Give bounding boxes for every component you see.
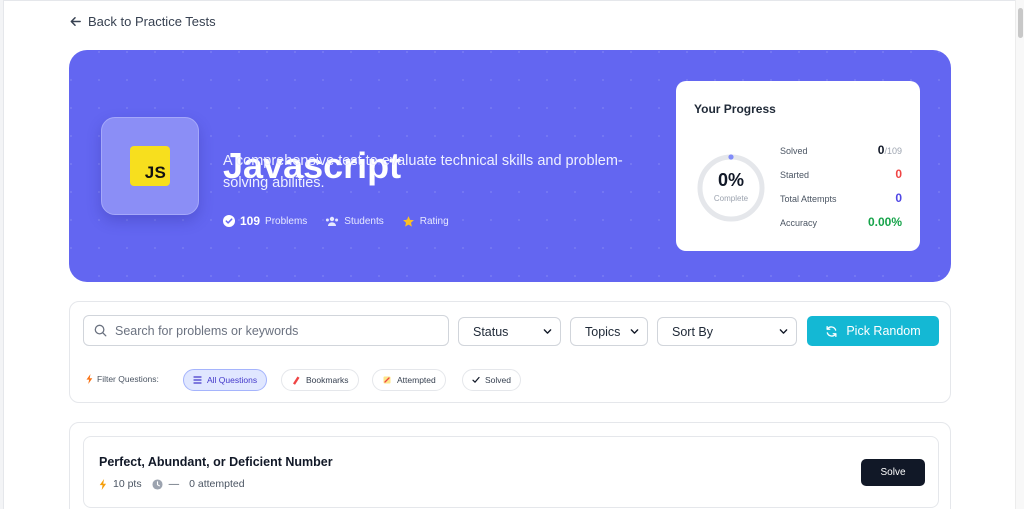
progress-percent: 0% <box>717 170 744 190</box>
back-to-practice-tests-link[interactable]: Back to Practice Tests <box>69 14 216 29</box>
stat-total-attempts: Total Attempts 0 <box>780 191 902 205</box>
search-box[interactable] <box>83 315 449 346</box>
scrollbar[interactable] <box>1015 0 1024 509</box>
problem-time: — <box>168 478 180 490</box>
status-select-label: Status <box>473 324 509 339</box>
stat-started-label: Started <box>780 170 810 180</box>
sort-by-select[interactable]: Sort By <box>657 317 797 346</box>
lightning-icon <box>99 478 107 490</box>
test-meta: 109 Problems Students Rating <box>223 214 449 228</box>
javascript-logo-icon: JS <box>130 146 170 186</box>
stat-solved-total: /109 <box>884 146 902 156</box>
problem-list: Perfect, Abundant, or Deficient Number 1… <box>69 422 951 509</box>
chip-all-questions[interactable]: All Questions <box>183 369 268 391</box>
test-description: A comprehensive test to evaluate technic… <box>223 153 623 191</box>
problem-title: Perfect, Abundant, or Deficient Number <box>99 455 333 469</box>
arrow-left-icon <box>70 17 81 26</box>
solve-button[interactable]: Solve <box>861 459 925 486</box>
problems-count: 109 <box>240 214 261 228</box>
chip-solved[interactable]: Solved <box>462 369 521 391</box>
test-logo: JS <box>101 117 199 215</box>
lightning-icon <box>86 374 93 384</box>
problem-card[interactable]: Perfect, Abundant, or Deficient Number 1… <box>83 436 939 508</box>
rating-meta: Rating <box>402 215 449 228</box>
stat-accuracy-value: 0.00% <box>867 215 902 229</box>
problems-meta: 109 Problems <box>223 214 307 228</box>
pencil-icon <box>383 376 391 384</box>
filter-questions-label: Filter Questions: <box>86 374 159 384</box>
status-select[interactable]: Status <box>458 317 561 346</box>
chip-bookmarks-label: Bookmarks <box>306 375 349 385</box>
bookmark-icon <box>293 376 300 385</box>
search-input[interactable] <box>115 323 435 338</box>
refresh-icon <box>826 325 837 337</box>
stat-solved-label: Solved <box>780 146 808 156</box>
stat-solved-value-group: 0/109 <box>878 143 902 157</box>
chevron-down-icon <box>630 329 639 334</box>
check-circle-icon <box>223 215 235 227</box>
stat-started-value: 0 <box>895 167 902 181</box>
problems-label: Problems <box>265 215 308 227</box>
problem-points: 10 pts <box>113 478 142 490</box>
checkmark-icon <box>472 376 480 383</box>
users-icon <box>326 216 339 226</box>
filter-questions-text: Filter Questions: <box>97 374 159 384</box>
list-icon <box>193 376 202 384</box>
chevron-down-icon <box>779 329 788 334</box>
topics-select-label: Topics <box>585 324 621 339</box>
stat-attempts-value: 0 <box>895 191 902 205</box>
stat-started: Started 0 <box>780 167 902 181</box>
progress-title: Your Progress <box>694 102 776 116</box>
pick-random-label: Pick Random <box>846 324 921 338</box>
chip-solved-label: Solved <box>485 375 511 385</box>
chip-attempted[interactable]: Attempted <box>372 369 446 391</box>
clock-icon <box>152 478 163 490</box>
star-icon <box>402 215 414 227</box>
test-hero-banner: JS Javascript A comprehensive test to ev… <box>69 50 951 282</box>
problem-meta: 10 pts — 0 attempted <box>99 478 245 490</box>
scrollbar-thumb[interactable] <box>1018 8 1023 38</box>
progress-percent-label: Complete <box>713 194 749 203</box>
students-meta: Students <box>325 215 384 227</box>
your-progress-card: Your Progress 0% Complete Solved 0/109 S… <box>676 81 920 251</box>
chip-bookmarks[interactable]: Bookmarks <box>281 369 359 391</box>
back-link-label: Back to Practice Tests <box>88 14 216 29</box>
chip-all-label: All Questions <box>207 375 258 385</box>
pick-random-button[interactable]: Pick Random <box>807 316 939 346</box>
rating-label: Rating <box>419 215 449 227</box>
topics-select[interactable]: Topics <box>570 317 648 346</box>
stat-accuracy: Accuracy 0.00% <box>780 215 902 229</box>
chip-attempted-label: Attempted <box>397 375 436 385</box>
search-icon <box>94 324 107 337</box>
top-border <box>0 0 1024 1</box>
logo-text: JS <box>144 163 166 182</box>
chevron-down-icon <box>543 329 552 334</box>
stat-attempts-label: Total Attempts <box>780 194 837 204</box>
stat-solved: Solved 0/109 <box>780 143 902 157</box>
filter-panel: Status Topics Sort By Pick Random Filter… <box>69 301 951 403</box>
left-edge <box>0 0 4 509</box>
sort-by-select-label: Sort By <box>672 324 713 339</box>
students-label: Students <box>344 215 384 227</box>
stat-accuracy-label: Accuracy <box>780 218 818 228</box>
problem-attempted: 0 attempted <box>189 478 245 490</box>
